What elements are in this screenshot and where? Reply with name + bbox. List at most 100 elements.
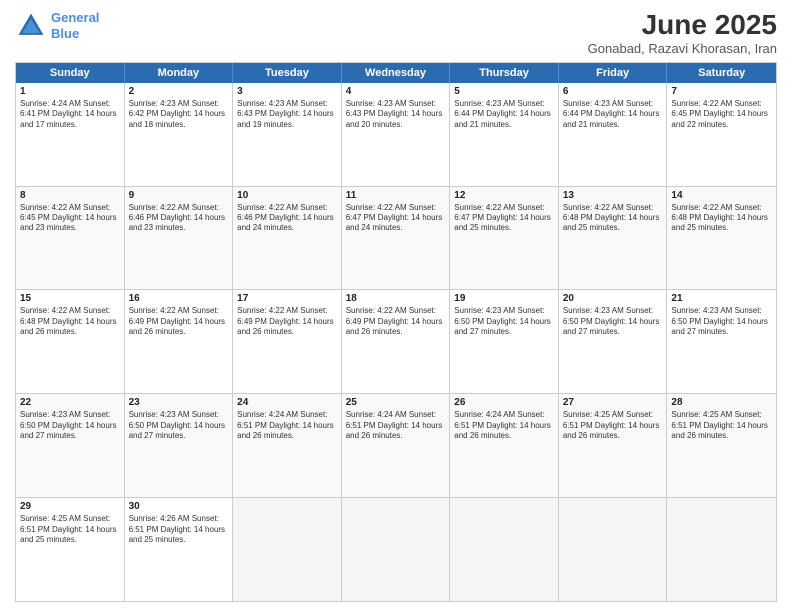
cell-content: Sunrise: 4:24 AM Sunset: 6:51 PM Dayligh… bbox=[346, 410, 446, 441]
day-number: 16 bbox=[129, 293, 229, 304]
calendar-cell: 24 Sunrise: 4:24 AM Sunset: 6:51 PM Dayli… bbox=[233, 394, 342, 497]
cell-content: Sunrise: 4:24 AM Sunset: 6:51 PM Dayligh… bbox=[237, 410, 337, 441]
weekday-header: Tuesday bbox=[233, 63, 342, 83]
calendar-cell: 1Sunrise: 4:24 AM Sunset: 6:41 PM Daylig… bbox=[16, 83, 125, 186]
day-number: 8 bbox=[20, 190, 120, 201]
day-number: 14 bbox=[671, 190, 772, 201]
calendar-cell: 26Sunrise: 4:24 AM Sunset: 6:51 PM Dayli… bbox=[450, 394, 559, 497]
day-number: 2 bbox=[129, 86, 229, 97]
cell-content: Sunrise: 4:25 AM Sunset: 6:51 PM Dayligh… bbox=[20, 514, 120, 545]
cell-content: Sunrise: 4:25 AM Sunset: 6:51 PM Dayligh… bbox=[671, 410, 772, 441]
calendar-cell: 21 Sunrise: 4:23 AM Sunset: 6:50 PM Dayli… bbox=[667, 290, 776, 393]
calendar-cell: 2Sunrise: 4:23 AM Sunset: 6:42 PM Daylig… bbox=[125, 83, 234, 186]
day-number: 30 bbox=[129, 501, 229, 512]
month-title: June 2025 bbox=[588, 10, 777, 41]
day-number: 18 bbox=[346, 293, 446, 304]
title-block: June 2025 Gonabad, Razavi Khorasan, Iran bbox=[588, 10, 777, 56]
day-number: 5 bbox=[454, 86, 554, 97]
calendar-cell bbox=[450, 498, 559, 601]
page: General Blue June 2025 Gonabad, Razavi K… bbox=[0, 0, 792, 612]
day-number: 15 bbox=[20, 293, 120, 304]
calendar-cell: 6 Sunrise: 4:23 AM Sunset: 6:44 PM Daylig… bbox=[559, 83, 668, 186]
day-number: 22 bbox=[20, 397, 120, 408]
calendar-week: 15 Sunrise: 4:22 AM Sunset: 6:48 PM Dayli… bbox=[16, 289, 776, 393]
cell-content: Sunrise: 4:22 AM Sunset: 6:49 PM Dayligh… bbox=[129, 306, 229, 337]
calendar-week: 22 Sunrise: 4:23 AM Sunset: 6:50 PM Dayli… bbox=[16, 393, 776, 497]
cell-content: Sunrise: 4:23 AM Sunset: 6:50 PM Dayligh… bbox=[20, 410, 120, 441]
logo-icon bbox=[15, 10, 47, 42]
day-number: 29 bbox=[20, 501, 120, 512]
day-number: 25 bbox=[346, 397, 446, 408]
day-number: 27 bbox=[563, 397, 663, 408]
day-number: 11 bbox=[346, 190, 446, 201]
calendar-cell: 15 Sunrise: 4:22 AM Sunset: 6:48 PM Dayli… bbox=[16, 290, 125, 393]
cell-content: Sunrise: 4:23 AM Sunset: 6:50 PM Dayligh… bbox=[563, 306, 663, 337]
calendar-cell: 5 Sunrise: 4:23 AM Sunset: 6:44 PM Daylig… bbox=[450, 83, 559, 186]
cell-content: Sunrise: 4:23 AM Sunset: 6:44 PM Dayligh… bbox=[454, 99, 554, 130]
calendar-header: SundayMondayTuesdayWednesdayThursdayFrid… bbox=[16, 63, 776, 83]
day-number: 21 bbox=[671, 293, 772, 304]
cell-content: Sunrise: 4:23 AM Sunset: 6:50 PM Dayligh… bbox=[454, 306, 554, 337]
weekday-header: Monday bbox=[125, 63, 234, 83]
cell-content: Sunrise: 4:25 AM Sunset: 6:51 PM Dayligh… bbox=[563, 410, 663, 441]
cell-content: Sunrise: 4:23 AM Sunset: 6:50 PM Dayligh… bbox=[671, 306, 772, 337]
logo: General Blue bbox=[15, 10, 99, 42]
calendar-cell: 3Sunrise: 4:23 AM Sunset: 6:43 PM Daylig… bbox=[233, 83, 342, 186]
day-number: 9 bbox=[129, 190, 229, 201]
cell-content: Sunrise: 4:24 AM Sunset: 6:41 PM Dayligh… bbox=[20, 99, 120, 130]
cell-content: Sunrise: 4:22 AM Sunset: 6:49 PM Dayligh… bbox=[237, 306, 337, 337]
calendar-cell bbox=[342, 498, 451, 601]
calendar-cell bbox=[233, 498, 342, 601]
day-number: 4 bbox=[346, 86, 446, 97]
calendar-cell: 9 Sunrise: 4:22 AM Sunset: 6:46 PM Daylig… bbox=[125, 187, 234, 290]
cell-content: Sunrise: 4:22 AM Sunset: 6:48 PM Dayligh… bbox=[20, 306, 120, 337]
day-number: 28 bbox=[671, 397, 772, 408]
calendar-cell: 17 Sunrise: 4:22 AM Sunset: 6:49 PM Dayli… bbox=[233, 290, 342, 393]
calendar-cell: 20 Sunrise: 4:23 AM Sunset: 6:50 PM Dayli… bbox=[559, 290, 668, 393]
day-number: 24 bbox=[237, 397, 337, 408]
cell-content: Sunrise: 4:24 AM Sunset: 6:51 PM Dayligh… bbox=[454, 410, 554, 441]
calendar-cell: 4 Sunrise: 4:23 AM Sunset: 6:43 PM Daylig… bbox=[342, 83, 451, 186]
cell-content: Sunrise: 4:22 AM Sunset: 6:46 PM Dayligh… bbox=[129, 203, 229, 234]
calendar-cell: 11 Sunrise: 4:22 AM Sunset: 6:47 PM Dayli… bbox=[342, 187, 451, 290]
cell-content: Sunrise: 4:22 AM Sunset: 6:45 PM Dayligh… bbox=[20, 203, 120, 234]
calendar-cell: 16 Sunrise: 4:22 AM Sunset: 6:49 PM Dayli… bbox=[125, 290, 234, 393]
cell-content: Sunrise: 4:22 AM Sunset: 6:47 PM Dayligh… bbox=[346, 203, 446, 234]
weekday-header: Thursday bbox=[450, 63, 559, 83]
calendar-cell: 13 Sunrise: 4:22 AM Sunset: 6:48 PM Dayli… bbox=[559, 187, 668, 290]
cell-content: Sunrise: 4:23 AM Sunset: 6:43 PM Dayligh… bbox=[346, 99, 446, 130]
calendar: SundayMondayTuesdayWednesdayThursdayFrid… bbox=[15, 62, 777, 602]
calendar-cell bbox=[559, 498, 668, 601]
cell-content: Sunrise: 4:26 AM Sunset: 6:51 PM Dayligh… bbox=[129, 514, 229, 545]
cell-content: Sunrise: 4:22 AM Sunset: 6:48 PM Dayligh… bbox=[671, 203, 772, 234]
day-number: 23 bbox=[129, 397, 229, 408]
calendar-cell: 19 Sunrise: 4:23 AM Sunset: 6:50 PM Dayli… bbox=[450, 290, 559, 393]
cell-content: Sunrise: 4:22 AM Sunset: 6:48 PM Dayligh… bbox=[563, 203, 663, 234]
cell-content: Sunrise: 4:23 AM Sunset: 6:50 PM Dayligh… bbox=[129, 410, 229, 441]
day-number: 10 bbox=[237, 190, 337, 201]
cell-content: Sunrise: 4:23 AM Sunset: 6:44 PM Dayligh… bbox=[563, 99, 663, 130]
calendar-cell: 10Sunrise: 4:22 AM Sunset: 6:46 PM Dayli… bbox=[233, 187, 342, 290]
calendar-week: 8 Sunrise: 4:22 AM Sunset: 6:45 PM Daylig… bbox=[16, 186, 776, 290]
cell-content: Sunrise: 4:22 AM Sunset: 6:49 PM Dayligh… bbox=[346, 306, 446, 337]
cell-content: Sunrise: 4:22 AM Sunset: 6:47 PM Dayligh… bbox=[454, 203, 554, 234]
weekday-header: Friday bbox=[559, 63, 668, 83]
logo-text: General Blue bbox=[51, 10, 99, 41]
day-number: 6 bbox=[563, 86, 663, 97]
weekday-header: Sunday bbox=[16, 63, 125, 83]
header: General Blue June 2025 Gonabad, Razavi K… bbox=[15, 10, 777, 56]
day-number: 17 bbox=[237, 293, 337, 304]
calendar-cell: 28 Sunrise: 4:25 AM Sunset: 6:51 PM Dayli… bbox=[667, 394, 776, 497]
calendar-cell: 12Sunrise: 4:22 AM Sunset: 6:47 PM Dayli… bbox=[450, 187, 559, 290]
calendar-cell: 27 Sunrise: 4:25 AM Sunset: 6:51 PM Dayli… bbox=[559, 394, 668, 497]
logo-line1: General bbox=[51, 10, 99, 25]
day-number: 13 bbox=[563, 190, 663, 201]
calendar-cell: 14 Sunrise: 4:22 AM Sunset: 6:48 PM Dayli… bbox=[667, 187, 776, 290]
calendar-week: 1Sunrise: 4:24 AM Sunset: 6:41 PM Daylig… bbox=[16, 83, 776, 186]
logo-line2: Blue bbox=[51, 26, 79, 41]
cell-content: Sunrise: 4:22 AM Sunset: 6:45 PM Dayligh… bbox=[671, 99, 772, 130]
day-number: 19 bbox=[454, 293, 554, 304]
location-title: Gonabad, Razavi Khorasan, Iran bbox=[588, 41, 777, 56]
calendar-cell: 7Sunrise: 4:22 AM Sunset: 6:45 PM Daylig… bbox=[667, 83, 776, 186]
day-number: 20 bbox=[563, 293, 663, 304]
